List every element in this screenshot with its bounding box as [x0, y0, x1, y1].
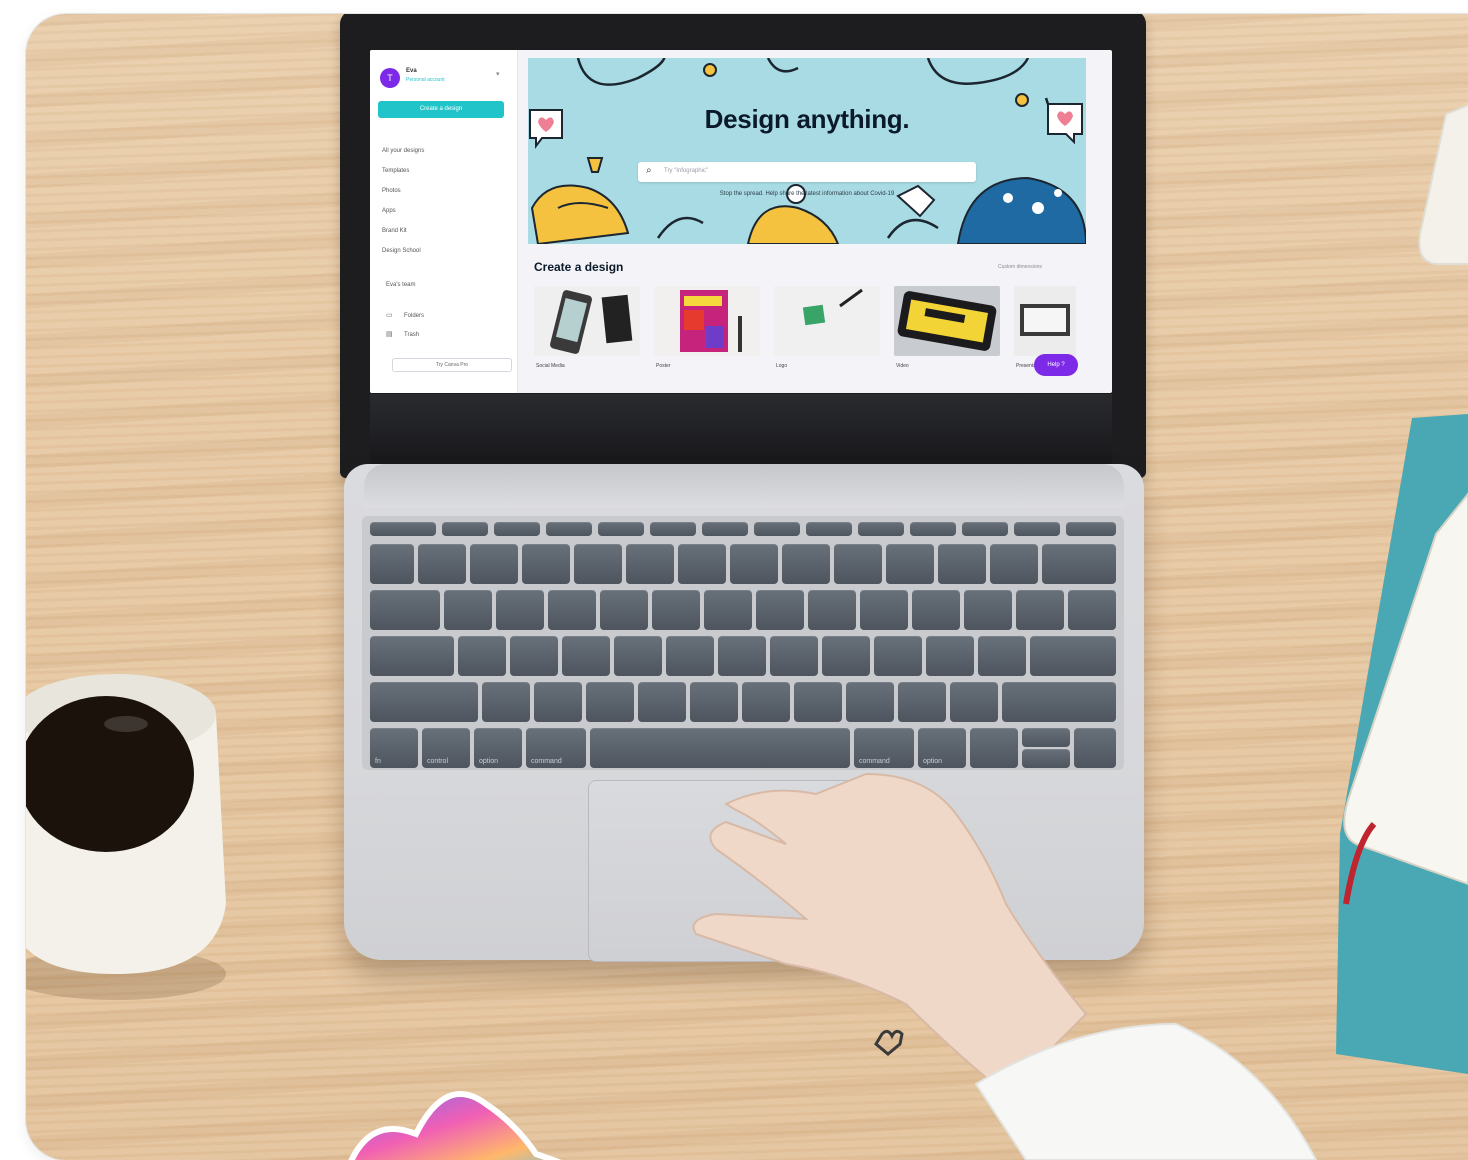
photo-frame: T Eva Personal account ▾ Create a design…	[26, 14, 1468, 1160]
hand	[692, 772, 1318, 1160]
